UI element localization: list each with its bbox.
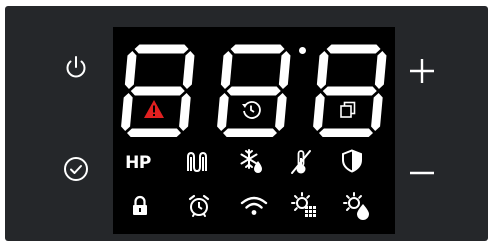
shield-icon [342,149,362,173]
defrost-icon [240,149,262,173]
power-button[interactable] [61,52,91,82]
minus-button[interactable] [405,156,439,190]
plus-button[interactable] [405,54,439,88]
digit-2-segment-b [278,51,291,89]
digit-3-segment-g [322,86,377,96]
temperature-off-icon [291,150,311,174]
digit-1-segment-g [130,86,185,96]
digit-2-segment-e [217,93,229,131]
plus-icon [410,59,434,83]
digit-1-segment-f [124,51,137,89]
digit-3-segment-f [316,51,329,89]
minus-icon [410,171,434,175]
digit-3-segment-a [326,44,381,54]
light-drop-icon [343,192,369,220]
power-icon [66,56,86,78]
decimal-dot [299,47,306,54]
digit-3-segment-c [371,93,383,131]
alarm-clock-icon [188,194,210,217]
clock-cycle-icon [242,101,261,119]
digit-2-segment-f [220,51,233,89]
heater-icon [187,151,207,173]
digit-1-segment-c [179,93,191,131]
digit-display [121,44,387,137]
digit-2-segment-d [223,128,277,137]
check-circle-icon [64,157,88,181]
wifi-icon [240,196,268,215]
digit-1-segment-b [182,51,195,89]
digit-2-segment-c [275,93,287,131]
lcd-display: HP [113,27,395,234]
digit-3-segment-e [313,93,325,131]
ok-button[interactable] [61,154,91,184]
digit-1-segment-a [134,44,189,54]
digit-3-segment-d [319,128,373,137]
control-panel: HP [5,6,488,241]
digit-1-segment-e [121,93,133,131]
digit-2-segment-a [230,44,285,54]
copy-pages-icon [340,101,356,118]
hp-label: HP [125,153,151,173]
digit-2-segment-g [226,86,281,96]
digit-1-segment-d [127,128,181,137]
light-grid-icon [291,192,316,217]
lock-icon [133,195,147,215]
digit-3-segment-b [374,51,387,89]
alarm-warning-icon [144,100,164,118]
